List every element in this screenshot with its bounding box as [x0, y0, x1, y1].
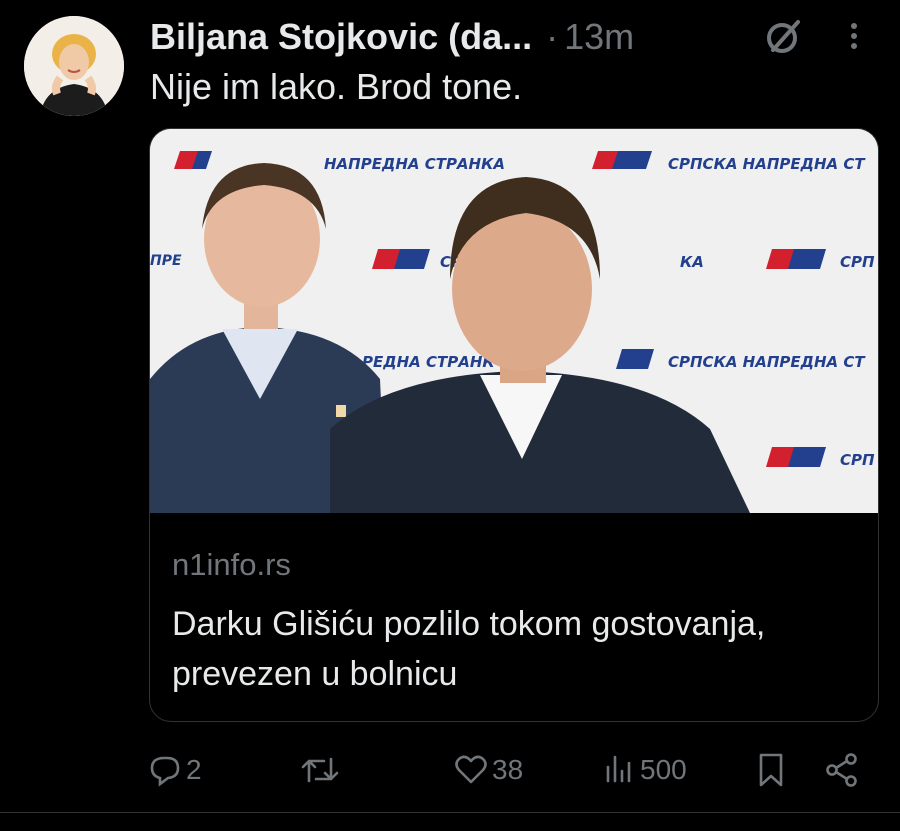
timestamp[interactable]: 13m — [564, 16, 634, 58]
svg-text:НАПРЕДНА СТРАНКА: НАПРЕДНА СТРАНКА — [324, 155, 505, 173]
card-image[interactable]: НАПРЕДНА СТРАНКА СРПСКА НАПРЕДНА СТ ПРЕ … — [150, 129, 878, 513]
author-name[interactable]: Biljana Stojkovic (da... — [150, 16, 532, 58]
avatar[interactable] — [24, 16, 124, 116]
views-icon — [606, 755, 631, 783]
tweet-text: Nije im lako. Brod tone. — [150, 66, 523, 107]
svg-text:СРПСКА НАПРЕДНА СТ: СРПСКА НАПРЕДНА СТ — [668, 155, 866, 173]
card-title[interactable]: Darku Glišiću pozlilo tokom gostovanja, … — [172, 599, 852, 699]
repost-icon — [301, 757, 339, 783]
reply-button[interactable]: 2 — [148, 746, 202, 794]
action-bar: 2 38 500 — [148, 746, 868, 794]
svg-text:СРП: СРП — [840, 451, 875, 469]
tweet[interactable]: Biljana Stojkovic (da... · 13m Nije im l… — [0, 0, 900, 831]
card-domain: n1info.rs — [172, 547, 291, 582]
more-options-icon[interactable] — [844, 16, 864, 56]
tweet-divider — [0, 812, 900, 813]
bookmark-button[interactable] — [756, 746, 786, 794]
link-card[interactable]: НАПРЕДНА СТРАНКА СРПСКА НАПРЕДНА СТ ПРЕ … — [149, 128, 879, 722]
reply-count: 2 — [186, 754, 202, 785]
like-button[interactable]: 38 — [454, 746, 523, 794]
svg-text:СРП: СРП — [840, 253, 875, 271]
separator-dot: · — [546, 16, 559, 57]
tweet-header: Biljana Stojkovic (da... · 13m — [150, 12, 870, 62]
like-count: 38 — [492, 754, 524, 785]
svg-text:КА: КА — [680, 253, 704, 271]
views-button[interactable]: 500 — [602, 746, 687, 794]
svg-text:РЕДНА СТРАНК: РЕДНА СТРАНК — [362, 353, 495, 371]
views-count: 500 — [640, 754, 687, 785]
grok-icon[interactable] — [762, 14, 806, 58]
repost-button[interactable] — [300, 746, 344, 794]
reply-icon — [150, 756, 180, 787]
avatar-image — [24, 16, 124, 116]
press-conference-photo: НАПРЕДНА СТРАНКА СРПСКА НАПРЕДНА СТ ПРЕ … — [150, 129, 878, 513]
svg-text:СРПСКА НАПРЕДНА СТ: СРПСКА НАПРЕДНА СТ — [668, 353, 866, 371]
bookmark-icon — [759, 753, 783, 787]
svg-text:ПРЕ: ПРЕ — [150, 253, 182, 269]
share-icon — [826, 753, 857, 787]
share-button[interactable] — [824, 746, 860, 794]
heart-icon — [455, 755, 487, 784]
